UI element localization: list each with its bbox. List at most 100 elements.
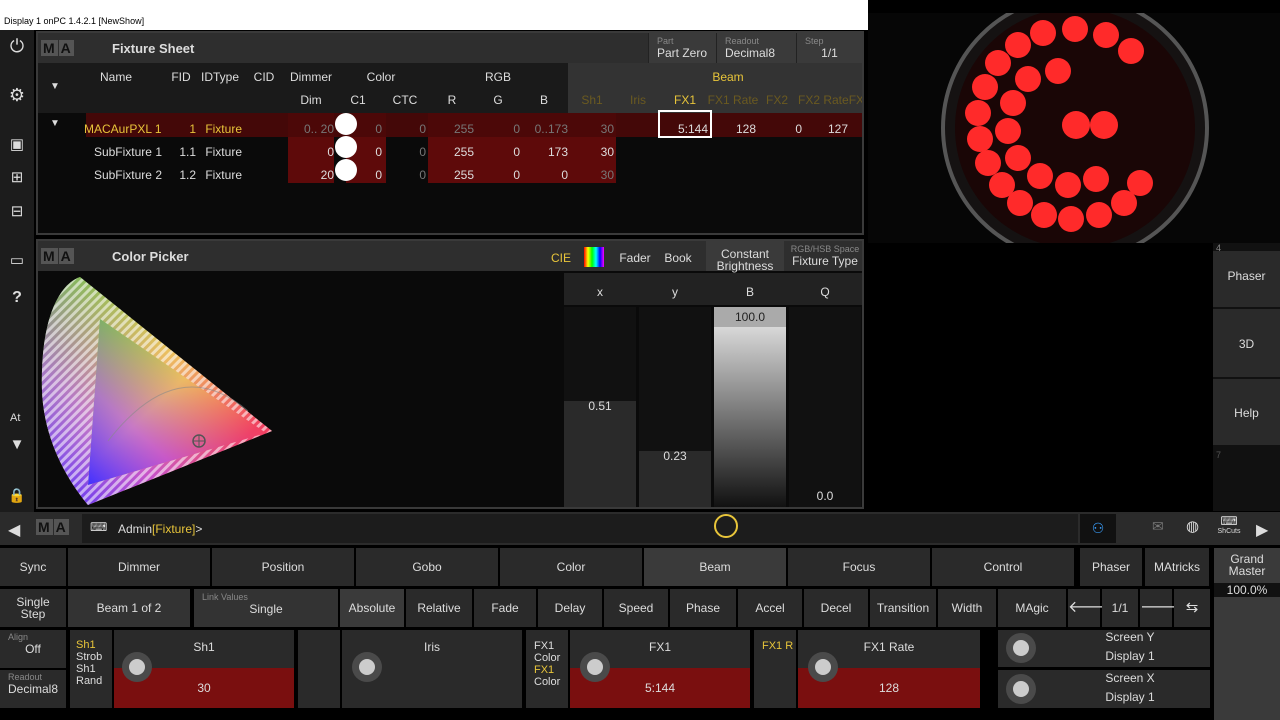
- encoder2-attribute-list[interactable]: [298, 630, 340, 708]
- row3-name[interactable]: SubFixture 2: [84, 168, 162, 182]
- tab-cie[interactable]: CIE: [544, 241, 578, 271]
- part-selector[interactable]: Part Part Zero: [648, 33, 716, 63]
- col-fx2-rate[interactable]: FX2 RateFX: [798, 93, 862, 107]
- row1-fx2[interactable]: 0: [768, 122, 802, 136]
- row2-r[interactable]: 255: [438, 145, 474, 159]
- arrow-right-icon[interactable]: ▶: [1256, 520, 1268, 540]
- row2-c1[interactable]: 0: [358, 145, 382, 159]
- row3-g[interactable]: 0: [486, 168, 520, 182]
- row2-name[interactable]: SubFixture 1: [84, 145, 162, 159]
- row1-name[interactable]: MACAurPXL 1: [84, 122, 162, 136]
- mode-speed[interactable]: Speed: [604, 589, 668, 627]
- encoder2[interactable]: Iris: [342, 630, 522, 708]
- x-fader[interactable]: 0.51: [564, 307, 636, 507]
- filter-icon[interactable]: ▼: [5, 433, 29, 457]
- row2-fid[interactable]: 1.1: [166, 145, 196, 159]
- row1-c1[interactable]: 0: [358, 122, 382, 136]
- row3-ctc[interactable]: 0: [390, 168, 426, 182]
- collapse-icon[interactable]: ▼: [50, 81, 60, 92]
- screen-y-knob[interactable]: [1006, 633, 1036, 663]
- b-fader[interactable]: 100.0: [714, 307, 786, 507]
- row1-idtype[interactable]: Fixture: [202, 122, 242, 136]
- row2-dim[interactable]: 0: [288, 145, 334, 159]
- encoder-page[interactable]: 1/1: [1102, 589, 1138, 627]
- encoder3-knob[interactable]: [580, 652, 610, 682]
- row1-sh1[interactable]: 30: [584, 122, 614, 136]
- col-fx1-rate[interactable]: FX1 Rate: [706, 93, 760, 107]
- align-selector[interactable]: Align Off: [0, 630, 66, 668]
- row3-c1[interactable]: 0: [358, 168, 382, 182]
- col-name[interactable]: Name: [84, 70, 148, 84]
- row2-idtype[interactable]: Fixture: [202, 145, 242, 159]
- mode-width[interactable]: Width: [938, 589, 996, 627]
- encoder4[interactable]: FX1 Rate 128: [798, 630, 980, 708]
- col-ctc[interactable]: CTC: [388, 93, 422, 107]
- tab-book[interactable]: Book: [660, 241, 696, 271]
- cie-diagram[interactable]: [38, 271, 278, 509]
- mode-accel[interactable]: Accel: [738, 589, 802, 627]
- screen-x-knob[interactable]: [1006, 674, 1036, 704]
- encoder4-knob[interactable]: [808, 652, 838, 682]
- rainbow-icon[interactable]: [584, 247, 604, 267]
- row3-dim[interactable]: 20: [288, 168, 334, 182]
- group-beam[interactable]: Beam: [698, 70, 758, 84]
- screen-y-encoder[interactable]: Screen Y Display 1: [998, 630, 1210, 667]
- sync-button[interactable]: Sync: [0, 548, 66, 586]
- tab-fader[interactable]: Fader: [614, 241, 656, 271]
- screen-x-encoder[interactable]: Screen X Display 1: [998, 670, 1210, 708]
- feature-beam[interactable]: Beam: [644, 548, 786, 586]
- col-r[interactable]: R: [438, 93, 466, 107]
- feature-position[interactable]: Position: [212, 548, 354, 586]
- arrow-left-icon[interactable]: 🡐: [1068, 589, 1111, 627]
- row1-dim[interactable]: 0.. 20: [288, 122, 334, 136]
- command-input[interactable]: ⌨ Admin[Fixture]>: [82, 514, 1078, 543]
- feature-focus[interactable]: Focus: [788, 548, 930, 586]
- view-phaser-button[interactable]: Phaser: [1213, 251, 1280, 307]
- help-icon[interactable]: ?: [5, 286, 29, 310]
- view-help-button[interactable]: Help: [1213, 379, 1280, 445]
- mode-absolute[interactable]: Absolute: [340, 589, 404, 627]
- col-g[interactable]: G: [484, 93, 512, 107]
- feature-control[interactable]: Control: [932, 548, 1074, 586]
- row2-b[interactable]: 173: [522, 145, 568, 159]
- group-color[interactable]: Color: [356, 70, 406, 84]
- row3-sh1[interactable]: 30: [584, 168, 614, 182]
- col-fx2[interactable]: FX2: [764, 93, 790, 107]
- arrow-left-icon[interactable]: ◀: [8, 520, 20, 540]
- mode-decel[interactable]: Decel: [804, 589, 868, 627]
- mode-phase[interactable]: Phase: [670, 589, 736, 627]
- faders-icon[interactable]: ⊟: [5, 200, 29, 224]
- at-label[interactable]: At: [10, 412, 20, 424]
- mode-fade[interactable]: Fade: [474, 589, 536, 627]
- col-c1[interactable]: C1: [344, 93, 372, 107]
- phaser-button[interactable]: Phaser: [1080, 548, 1142, 586]
- lock-icon[interactable]: 🔒: [5, 483, 29, 507]
- encoder1-attribute-list[interactable]: Sh1 Strob Sh1 Rand: [70, 630, 112, 708]
- col-b[interactable]: B: [530, 93, 558, 107]
- gear-icon[interactable]: ⚙: [5, 83, 29, 107]
- row3-r[interactable]: 255: [438, 168, 474, 182]
- row2-ctc[interactable]: 0: [390, 145, 426, 159]
- row1-fx1[interactable]: 5:144: [664, 122, 708, 136]
- col-dim[interactable]: Dim: [288, 93, 334, 107]
- feature-dimmer[interactable]: Dimmer: [68, 548, 210, 586]
- mode-relative[interactable]: Relative: [406, 589, 472, 627]
- y-fader[interactable]: 0.23: [639, 307, 711, 507]
- row3-b[interactable]: 0: [522, 168, 568, 182]
- row1-ctc[interactable]: 0: [390, 122, 426, 136]
- col-idtype[interactable]: IDType: [198, 70, 242, 84]
- q-fader[interactable]: 0.0: [789, 307, 861, 507]
- row1-fid[interactable]: 1: [166, 122, 196, 136]
- col-fid[interactable]: FID: [166, 70, 196, 84]
- rgb-hsb-space-selector[interactable]: RGB/HSB Space Fixture Type: [788, 244, 862, 268]
- encoder-link-icon[interactable]: ⇆: [1174, 589, 1210, 627]
- row3-idtype[interactable]: Fixture: [202, 168, 242, 182]
- grand-master-fader[interactable]: Grand Master 100.0%: [1214, 548, 1280, 720]
- monitor-icon[interactable]: ▭: [5, 249, 29, 273]
- col-cid[interactable]: CID: [246, 70, 282, 84]
- encoder4-attribute-list[interactable]: FX1 R: [754, 630, 796, 708]
- encoder3[interactable]: FX1 5:144: [570, 630, 750, 708]
- col-dimmer[interactable]: Dimmer: [286, 70, 336, 84]
- row1-g[interactable]: 0: [486, 122, 520, 136]
- view-3d-button[interactable]: 3D: [1213, 309, 1280, 377]
